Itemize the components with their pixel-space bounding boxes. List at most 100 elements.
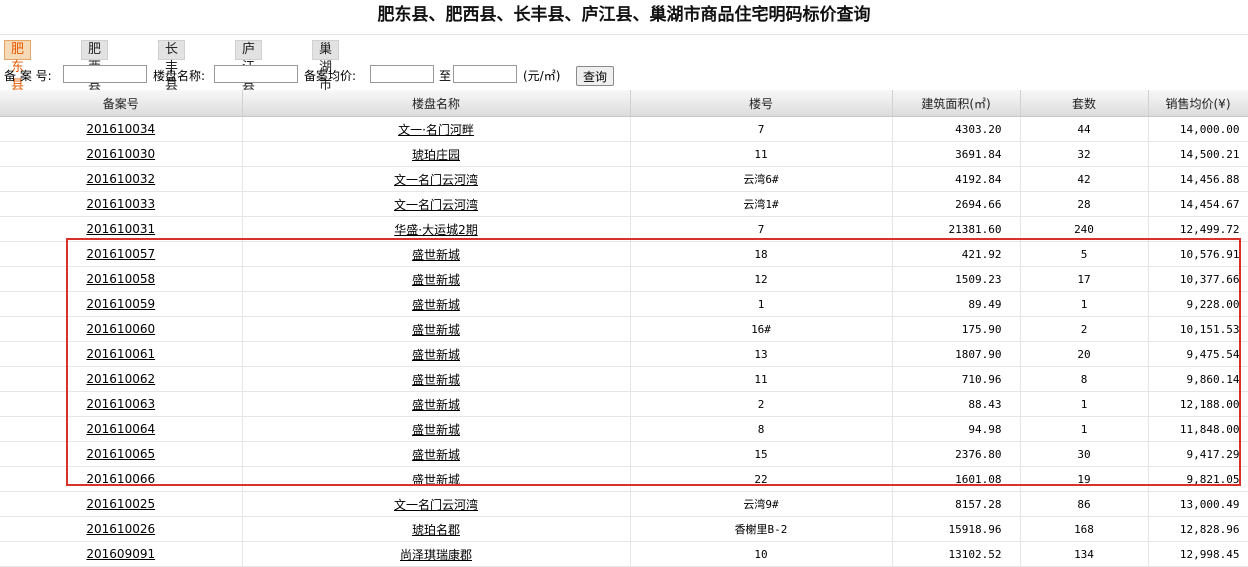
record-no-link[interactable]: 201610033 (86, 197, 155, 211)
tab-lujiang[interactable]: 庐江县 (235, 40, 263, 93)
record-no-link[interactable]: 201610026 (86, 522, 155, 536)
tab-chaohu[interactable]: 巢湖市 (312, 40, 340, 93)
project-name-link[interactable]: 文一·名门河畔 (398, 123, 474, 137)
table-row[interactable]: 201610061 盛世新城 13 1807.90 20 9,475.54 (0, 341, 1248, 367)
header-area[interactable]: 建筑面积(㎡) (892, 90, 1021, 117)
record-no-link[interactable]: 201610061 (86, 347, 155, 361)
units-cell: 1 (1020, 391, 1149, 417)
header-building[interactable]: 楼号 (630, 90, 893, 117)
table-row[interactable]: 201610057 盛世新城 18 421.92 5 10,576.91 (0, 241, 1248, 267)
table-row[interactable]: 201610066 盛世新城 22 1601.08 19 9,821.05 (0, 466, 1248, 492)
building-cell: 11 (630, 366, 893, 392)
record-no-link[interactable]: 201610059 (86, 297, 155, 311)
price-cell: 9,417.29 (1148, 441, 1248, 467)
price-cell: 9,475.54 (1148, 341, 1248, 367)
units-cell: 20 (1020, 341, 1149, 367)
building-cell: 15 (630, 441, 893, 467)
record-no-link[interactable]: 201609091 (86, 547, 155, 561)
project-name-link[interactable]: 盛世新城 (412, 348, 460, 362)
record-no-link[interactable]: 201610025 (86, 497, 155, 511)
project-name-label: 楼盘名称: (153, 69, 206, 83)
page-title: 肥东县、肥西县、长丰县、庐江县、巢湖市商品住宅明码标价查询 (0, 0, 1248, 35)
project-name-link[interactable]: 盛世新城 (412, 273, 460, 287)
project-name-link[interactable]: 文一名门云河湾 (394, 173, 478, 187)
project-name-link[interactable]: 盛世新城 (412, 423, 460, 437)
table-row[interactable]: 201610026 琥珀名郡 香榭里B-2 15918.96 168 12,828.96 (0, 516, 1248, 542)
area-cell: 13102.52 (892, 541, 1021, 567)
area-cell: 4192.84 (892, 166, 1021, 192)
header-avg-price[interactable]: 销售均价(¥) (1148, 90, 1248, 117)
price-max-input[interactable] (453, 65, 517, 83)
units-cell: 19 (1020, 466, 1149, 492)
table-row[interactable]: 201609091 尚泽琪瑞康郡 10 13102.52 134 12,998.45 (0, 541, 1248, 567)
units-cell: 86 (1020, 491, 1149, 517)
project-name-link[interactable]: 盛世新城 (412, 248, 460, 262)
price-to-label: 至 (439, 69, 452, 83)
building-cell: 12 (630, 266, 893, 292)
table-row[interactable]: 201610062 盛世新城 11 710.96 8 9,860.14 (0, 366, 1248, 392)
units-cell: 134 (1020, 541, 1149, 567)
record-no-cell: 201610062 (0, 366, 243, 392)
project-name-cell: 琥珀名郡 (242, 516, 631, 542)
price-cell: 11,848.00 (1148, 416, 1248, 442)
record-no-link[interactable]: 201610064 (86, 422, 155, 436)
project-name-link[interactable]: 琥珀名郡 (412, 523, 460, 537)
units-cell: 1 (1020, 291, 1149, 317)
price-cell: 12,828.96 (1148, 516, 1248, 542)
table-row[interactable]: 201610033 文一名门云河湾 云湾1# 2694.66 28 14,454.67 (0, 191, 1248, 217)
table-row[interactable]: 201610059 盛世新城 1 89.49 1 9,228.00 (0, 291, 1248, 317)
table-row[interactable]: 201610060 盛世新城 16# 175.90 2 10,151.53 (0, 316, 1248, 342)
project-name-link[interactable]: 文一名门云河湾 (394, 498, 478, 512)
table-row[interactable]: 201610064 盛世新城 8 94.98 1 11,848.00 (0, 416, 1248, 442)
table-row[interactable]: 201610065 盛世新城 15 2376.80 30 9,417.29 (0, 441, 1248, 467)
table-row[interactable]: 201610058 盛世新城 12 1509.23 17 10,377.66 (0, 266, 1248, 292)
table-row[interactable]: 201610031 华盛·大运城2期 7 21381.60 240 12,499.72 (0, 216, 1248, 242)
record-no-cell: 201610063 (0, 391, 243, 417)
project-name-cell: 华盛·大运城2期 (242, 216, 631, 242)
project-name-link[interactable]: 华盛·大运城2期 (394, 223, 477, 237)
project-name-link[interactable]: 文一名门云河湾 (394, 198, 478, 212)
table-row[interactable]: 201610032 文一名门云河湾 云湾6# 4192.84 42 14,456.88 (0, 166, 1248, 192)
record-no-link[interactable]: 201610057 (86, 247, 155, 261)
record-no-cell: 201609091 (0, 541, 243, 567)
record-no-link[interactable]: 201610030 (86, 147, 155, 161)
record-no-cell: 201610026 (0, 516, 243, 542)
price-cell: 10,151.53 (1148, 316, 1248, 342)
record-no-link[interactable]: 201610062 (86, 372, 155, 386)
project-name-link[interactable]: 盛世新城 (412, 298, 460, 312)
table-row[interactable]: 201610063 盛世新城 2 88.43 1 12,188.00 (0, 391, 1248, 417)
project-name-cell: 盛世新城 (242, 366, 631, 392)
record-no-label: 备 案 号: (4, 69, 52, 83)
table-row[interactable]: 201610034 文一·名门河畔 7 4303.20 44 14,000.00 (0, 116, 1248, 142)
project-name-link[interactable]: 盛世新城 (412, 373, 460, 387)
tab-feidong[interactable]: 肥东县 (4, 40, 32, 93)
record-no-link[interactable]: 201610065 (86, 447, 155, 461)
record-no-link[interactable]: 201610032 (86, 172, 155, 186)
record-no-link[interactable]: 201610058 (86, 272, 155, 286)
project-name-link[interactable]: 盛世新城 (412, 323, 460, 337)
price-cell: 14,500.21 (1148, 141, 1248, 167)
table-row[interactable]: 201610025 文一名门云河湾 云湾9# 8157.28 86 13,000.49 (0, 491, 1248, 517)
query-button[interactable]: 查询 (576, 66, 615, 86)
header-units[interactable]: 套数 (1020, 90, 1149, 117)
table-row[interactable]: 201610030 琥珀庄园 11 3691.84 32 14,500.21 (0, 141, 1248, 167)
record-no-link[interactable]: 201610034 (86, 122, 155, 136)
record-no-link[interactable]: 201610063 (86, 397, 155, 411)
project-name-link[interactable]: 琥珀庄园 (412, 148, 460, 162)
units-cell: 32 (1020, 141, 1149, 167)
tab-changfeng[interactable]: 长丰县 (158, 40, 186, 93)
price-min-input[interactable] (370, 65, 434, 83)
project-name-input[interactable] (214, 65, 298, 83)
area-cell: 94.98 (892, 416, 1021, 442)
record-no-link[interactable]: 201610060 (86, 322, 155, 336)
header-record-no[interactable]: 备案号 (0, 90, 243, 117)
record-no-link[interactable]: 201610066 (86, 472, 155, 486)
price-cell: 12,998.45 (1148, 541, 1248, 567)
record-no-link[interactable]: 201610031 (86, 222, 155, 236)
project-name-link[interactable]: 盛世新城 (412, 398, 460, 412)
tab-feixi[interactable]: 肥西县 (81, 40, 109, 93)
project-name-link[interactable]: 盛世新城 (412, 448, 460, 462)
header-project-name[interactable]: 楼盘名称 (242, 90, 631, 117)
record-no-input[interactable] (63, 65, 147, 83)
project-name-link[interactable]: 盛世新城 (412, 473, 460, 487)
